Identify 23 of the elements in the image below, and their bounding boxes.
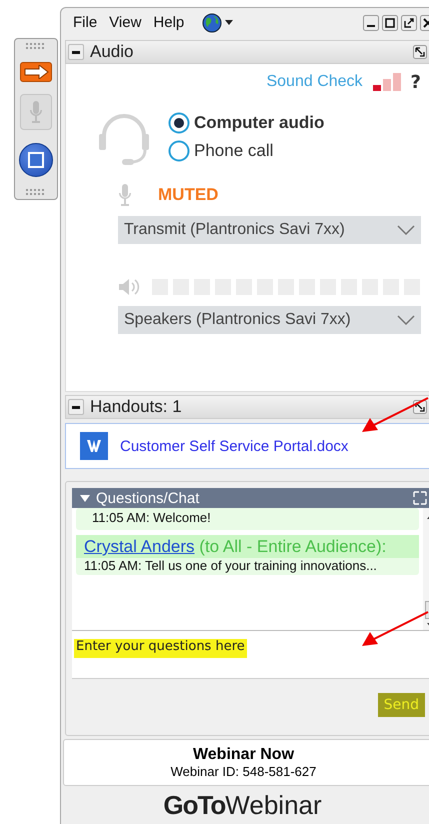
radio-option[interactable]: Computer audio (168, 112, 324, 134)
webinar-title: Webinar Now (192, 746, 294, 764)
sender-link[interactable]: Crystal Anders (84, 537, 195, 556)
device-dropdown[interactable]: Speakers (Plantronics Savi 7xx) (118, 306, 421, 334)
message-text: 11:05 AM: Tell us one of your training innovations... (83, 558, 378, 575)
menu-item[interactable]: File (73, 14, 98, 31)
placeholder-text: Enter your questions here (74, 639, 247, 658)
help-button[interactable]: ? (410, 72, 421, 92)
device-dropdown[interactable]: Transmit (Plantronics Savi 7xx) (118, 216, 421, 244)
panel-title: Handouts: 1 (90, 397, 182, 417)
product-logo: GoToWebinar (162, 790, 323, 821)
audience-label: (to All - Entire Audience): (199, 537, 386, 556)
mute-status: MUTED (158, 185, 218, 205)
panel-title: Audio (90, 42, 134, 62)
radio-label: Phone call (194, 141, 274, 161)
radio-label: Computer audio (194, 113, 324, 133)
message-text: 11:05 AM: Welcome! (91, 510, 212, 527)
menu-item[interactable]: View (109, 14, 142, 31)
radio-option[interactable]: Phone call (168, 140, 324, 162)
chat-title: Questions/Chat (96, 490, 200, 506)
menu-item[interactable]: Help (153, 14, 184, 31)
question-field[interactable]: Enter your questions here (72, 631, 429, 679)
webinar-id: Webinar ID: 548-581-627 (170, 764, 316, 779)
